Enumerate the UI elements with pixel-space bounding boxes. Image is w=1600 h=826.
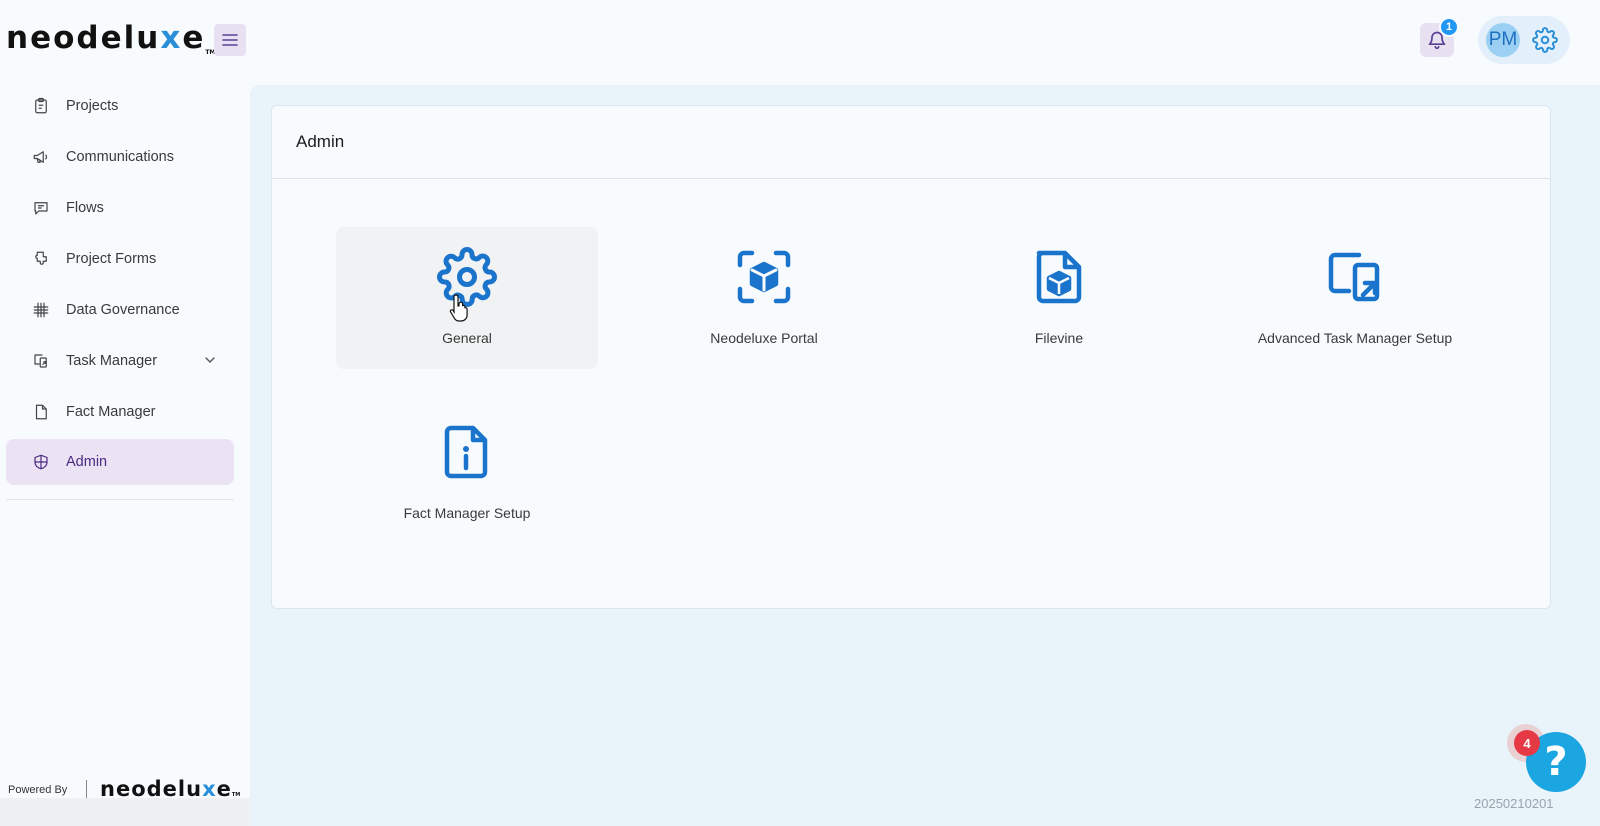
tile-label: Neodeluxe Portal	[710, 330, 818, 346]
file-info-icon	[444, 425, 488, 479]
sidebar-item-task-manager[interactable]: Task Manager	[6, 338, 234, 384]
sidebar-item-fact-manager[interactable]: Fact Manager	[6, 389, 234, 435]
file-cube-icon	[1036, 250, 1082, 304]
brand-logo[interactable]: neodeluxeTM	[6, 20, 215, 56]
shield-icon	[34, 454, 48, 470]
cube-scan-icon	[737, 250, 791, 304]
clipboard-icon	[35, 97, 47, 114]
tile-label: Fact Manager Setup	[403, 505, 531, 521]
megaphone-icon	[33, 151, 48, 163]
tile-label: Filevine	[1034, 330, 1084, 346]
tile-label: Advanced Task Manager Setup	[1257, 330, 1453, 346]
sidebar-item-label: Flows	[66, 200, 104, 216]
tile-fact-manager-setup[interactable]: Fact Manager Setup	[336, 402, 598, 544]
document-icon	[35, 404, 47, 420]
hand-cursor-icon	[449, 294, 468, 322]
help-badge: 4	[1514, 730, 1540, 756]
sidebar-item-label: Data Governance	[66, 302, 180, 318]
settings-gear-icon[interactable]	[1532, 27, 1558, 53]
task-export-icon	[34, 354, 47, 368]
tile-label: General	[442, 330, 492, 346]
sidebar-item-project-forms[interactable]: Project Forms	[6, 236, 234, 282]
grid-hash-icon	[33, 302, 49, 318]
main-content: Admin General Neodeluxe Portal Filevine …	[250, 85, 1600, 826]
sidebar-item-projects[interactable]: Projects	[6, 83, 234, 129]
sidebar-item-label: Admin	[66, 454, 108, 470]
chat-bubble-icon	[34, 202, 48, 215]
puzzle-icon	[35, 251, 47, 265]
chevron-down-icon[interactable]	[204, 354, 216, 366]
sidebar-item-flows[interactable]: Flows	[6, 185, 234, 231]
sidebar-item-admin[interactable]: Admin	[6, 439, 234, 485]
hamburger-icon	[222, 34, 238, 46]
sidebar-item-label: Projects	[66, 98, 119, 114]
menu-toggle-button[interactable]	[214, 24, 246, 56]
admin-card: Admin General Neodeluxe Portal Filevine …	[271, 105, 1551, 609]
version-label: 20250210201	[1474, 796, 1554, 811]
tile-advanced-task-manager-setup[interactable]: Advanced Task Manager Setup	[1224, 227, 1486, 369]
sidebar-item-label: Fact Manager	[66, 404, 156, 420]
sidebar-item-label: Communications	[66, 149, 174, 165]
top-bar: neodeluxeTM 1 PM	[0, 0, 1600, 80]
tile-filevine[interactable]: Filevine	[928, 227, 1190, 369]
card-divider	[272, 178, 1550, 179]
powered-by-label: Powered By	[8, 784, 68, 796]
user-menu[interactable]: PM	[1478, 16, 1570, 64]
sidebar-item-communications[interactable]: Communications	[6, 134, 234, 180]
sidebar-item-data-governance[interactable]: Data Governance	[6, 287, 234, 333]
avatar[interactable]: PM	[1486, 23, 1520, 57]
window-export-icon	[1328, 252, 1380, 302]
page-title: Admin	[296, 132, 345, 151]
notification-badge: 1	[1439, 17, 1459, 37]
sidebar-item-label: Project Forms	[66, 251, 157, 267]
tile-neodeluxe-portal[interactable]: Neodeluxe Portal	[633, 227, 895, 369]
sidebar: Projects Communications Flows Project Fo…	[0, 80, 250, 826]
sidebar-divider	[6, 499, 234, 500]
tile-general[interactable]: General	[336, 227, 598, 369]
sidebar-item-label: Task Manager	[66, 353, 158, 369]
